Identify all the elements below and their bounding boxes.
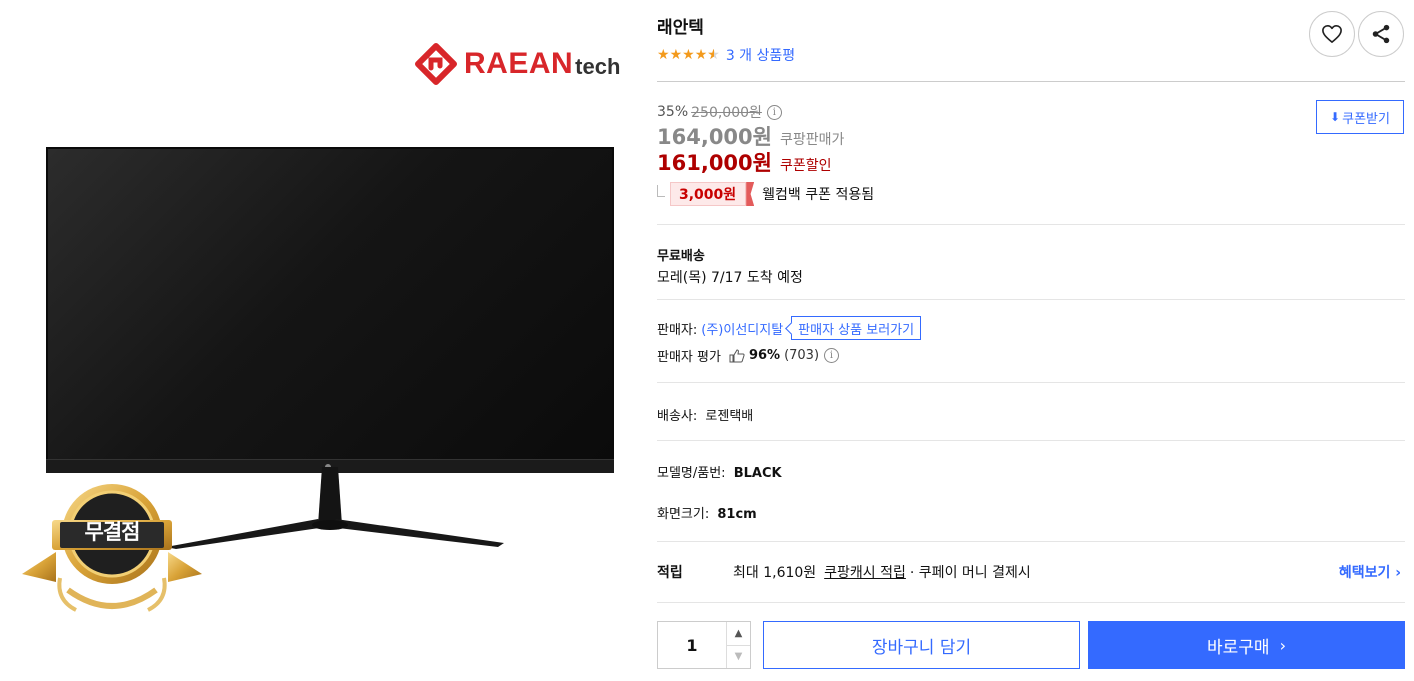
seller-evaluation-row: 판매자 평가 96% (703) i [657,346,840,365]
review-count-link[interactable]: 3 개 상품평 [726,45,795,65]
download-icon: ⬇ [1330,110,1341,124]
shipping-title: 무료배송 [657,249,705,264]
chevron-up-icon[interactable]: ▲ [727,622,750,645]
share-button[interactable] [1358,11,1404,57]
chevron-right-icon: › [1279,635,1286,655]
welcome-coupon-amount: 3,000원 [670,182,747,206]
quantity-stepper[interactable]: 1 ▲ ▼ [657,621,751,669]
laurel-badge-icon [22,484,202,612]
divider [657,440,1405,441]
seller-row: 판매자: (주)이선디지탈 판매자 상품 보러가기 [657,316,922,340]
divider [657,224,1405,225]
heart-icon [1322,25,1342,43]
chevron-down-icon[interactable]: ▼ [727,644,750,669]
points-text: 최대 1,610원 [733,565,817,581]
model-value: BLACK [733,466,782,481]
quantity-steps: ▲ ▼ [726,622,750,668]
quality-badge: 무결점 [16,482,208,622]
seller-label: 판매자: [657,322,698,338]
welcome-coupon-text: 웰컴백 쿠폰 적용됨 [762,187,875,203]
product-title: 래안텍 [657,18,704,38]
screen-size-label: 화면크기: [657,507,710,522]
original-price: 250,000원 [691,105,762,121]
arrival-date: 모레(목) 7/17 도착 예정 [657,270,803,286]
seller-name[interactable]: (주)이선디지탈 [701,319,783,338]
monitor-stand [166,467,504,549]
info-icon[interactable]: i [766,104,782,120]
star-icon: ★ [694,47,708,63]
points-row: 적립 최대 1,610원 쿠팡캐시 적립 · 쿠페이 머니 결제시 혜택보기 › [657,562,1405,582]
add-to-cart-label: 장바구니 담기 [871,637,972,658]
discount-row: 35% 250,000원 i [657,102,782,122]
delivery-company-value: 로젠택배 [705,409,754,424]
delivery-company-row: 배송사: 로젠택배 [657,405,753,424]
discount-rate: 35% [657,104,689,120]
points-suffix: · 쿠페이 머니 결제시 [909,565,1031,581]
star-icon: ★ [669,47,683,63]
brand-mark-icon [415,43,457,85]
get-coupon-label: 쿠폰받기 [1342,111,1390,127]
coupon-price-row: 161,000원 쿠폰할인 [657,147,832,177]
get-coupon-button[interactable]: ⬇ 쿠폰받기 [1316,100,1404,134]
divider [657,299,1405,300]
welcome-coupon-row: 3,000원 웰컴백 쿠폰 적용됨 [657,182,874,206]
share-icon [1372,24,1390,44]
quantity-input[interactable]: 1 [658,622,726,668]
coupon-chip-tail [746,182,755,206]
view-benefits-link[interactable]: 혜택보기 › [1339,562,1401,582]
star-icon: ★ [657,47,670,63]
divider [657,541,1405,542]
coupang-cash-link[interactable]: 쿠팡캐시 적립 [824,562,906,582]
rating-row[interactable]: ★ ★ ★ ★ ★ 3 개 상품평 [657,45,795,65]
seller-products-link[interactable]: 판매자 상품 보러가기 [791,316,922,340]
product-info-panel: 래안텍 ★ ★ ★ ★ ★ 3 개 상품평 35% 250,000원 i [657,0,1405,681]
delivery-company-label: 배송사: [657,409,698,424]
screen-size-row: 화면크기: 81cm [657,503,757,522]
info-icon[interactable]: i [824,348,840,363]
divider [657,81,1405,82]
buy-now-button[interactable]: 바로구매 › [1088,621,1405,669]
add-to-cart-button[interactable]: 장바구니 담기 [763,621,1080,669]
screen-size-value: 81cm [717,507,757,522]
coupon-price: 161,000원 [657,151,772,175]
brand-logo: RAEAN tech [414,42,620,86]
model-label: 모델명/품번: [657,466,726,481]
wishlist-button[interactable] [1309,11,1355,57]
star-half-icon: ★ [707,47,720,63]
star-icon: ★ [682,47,695,63]
sale-price-label: 쿠팡판매가 [779,132,845,148]
coupon-price-label: 쿠폰할인 [779,158,832,174]
product-image[interactable]: RAEAN tech 무결점 [0,0,640,681]
brand-name-suffix: tech [575,54,621,79]
thumb-up-icon [729,348,745,362]
divider [657,382,1405,383]
seller-eval-count: (703) [784,348,820,363]
brand-name: RAEAN [464,47,574,80]
points-title: 적립 [657,565,683,581]
tree-connector [657,185,665,197]
badge-label: 무결점 [84,520,141,544]
seller-eval-score: 96% [748,348,781,363]
monitor-screen [46,147,614,461]
divider [657,602,1405,603]
model-row: 모델명/품번: BLACK [657,462,782,481]
monitor-image [46,147,614,549]
star-rating: ★ ★ ★ ★ ★ [657,47,720,63]
seller-eval-label: 판매자 평가 [657,350,721,365]
buy-now-label: 바로구매 [1207,637,1270,658]
